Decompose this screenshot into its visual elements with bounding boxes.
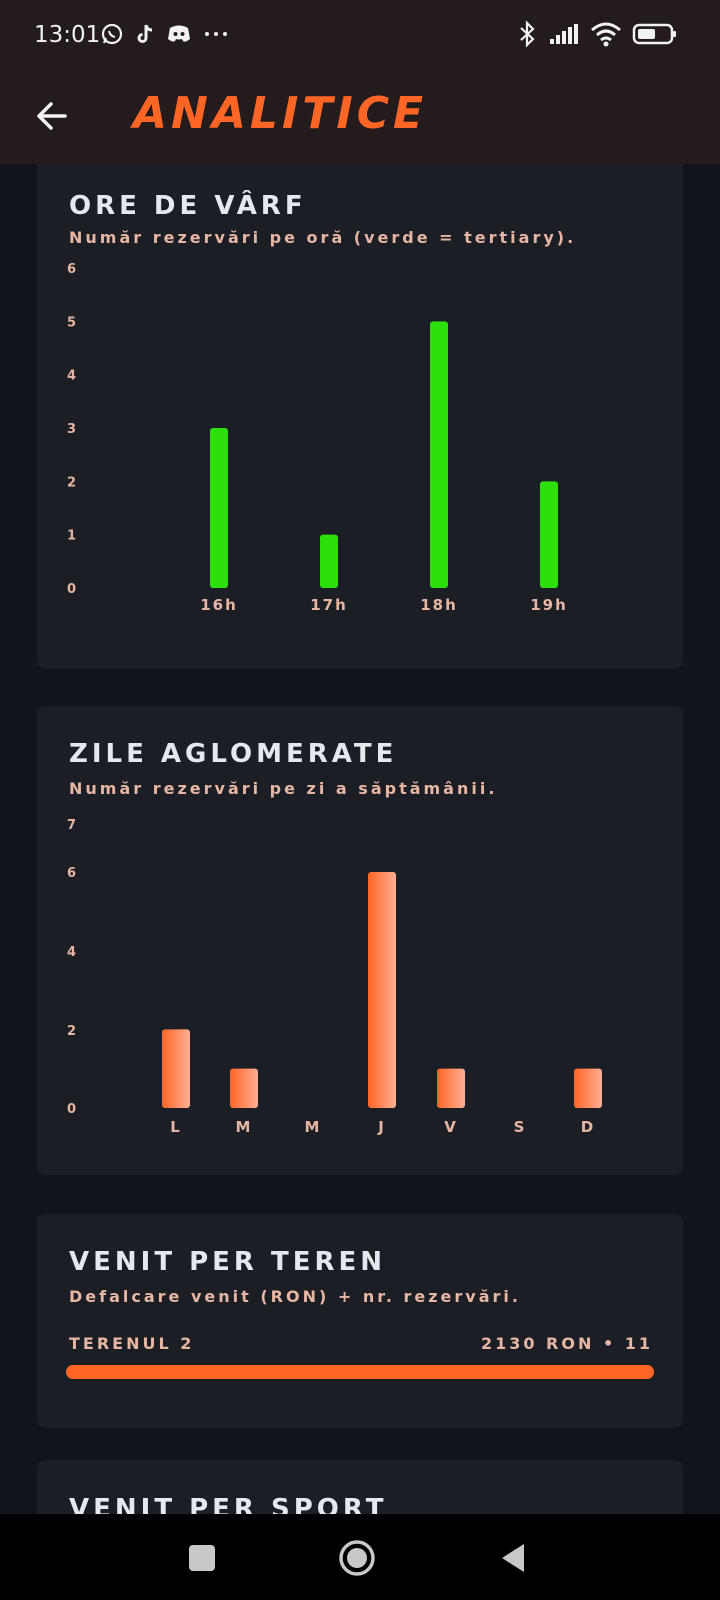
y-tick-label: 1: [67, 529, 76, 544]
app-bar: ANALITICE: [0, 78, 720, 164]
x-tick-label: S: [514, 1118, 527, 1136]
back-button[interactable]: [28, 92, 76, 140]
arrow-left-icon: [37, 102, 67, 130]
peak-hours-title: ORE DE VÂRF: [69, 191, 307, 221]
square-icon: [189, 1545, 215, 1571]
y-tick-label: 6: [67, 866, 76, 881]
y-tick-label: 6: [67, 262, 76, 277]
busy-days-card: ZILE AGLOMERATE Număr rezervări pe zi a …: [37, 706, 683, 1175]
status-bar: 13:01: [0, 0, 720, 78]
x-tick-label: 16h: [200, 596, 238, 614]
y-tick-label: 0: [67, 1102, 76, 1117]
x-tick-label: D: [581, 1118, 595, 1136]
page-title: ANALITICE: [133, 88, 428, 139]
y-tick-label: 2: [67, 475, 76, 490]
y-tick-label: 5: [67, 315, 76, 330]
bar-day-3: [368, 872, 396, 1108]
status-right-icons: [516, 20, 678, 52]
x-tick-label: 19h: [530, 596, 568, 614]
bar-16h: [210, 428, 228, 588]
recents-button[interactable]: [178, 1534, 226, 1582]
more-dots-icon: [201, 22, 231, 50]
x-tick-label: 18h: [420, 596, 458, 614]
status-left-icons: [100, 22, 231, 50]
x-tick-label: J: [377, 1118, 386, 1136]
peak-hours-card: ORE DE VÂRF Număr rezervări pe oră (verd…: [37, 164, 683, 669]
revenue-per-sport-title: VENIT PER SPORT: [69, 1494, 388, 1514]
bar-17h: [320, 534, 338, 588]
busy-days-chart: 7 6 4 2 0 L M M J V S D: [67, 818, 602, 1136]
y-tick-label: 2: [67, 1024, 76, 1039]
y-tick-label: 7: [67, 818, 76, 833]
y-tick-label: 3: [67, 422, 76, 437]
circle-icon: [339, 1540, 375, 1576]
whatsapp-icon: [100, 22, 124, 50]
busy-days-title: ZILE AGLOMERATE: [69, 739, 398, 769]
peak-hours-subtitle: Număr rezervări pe oră (verde = tertiary…: [69, 228, 577, 247]
bar-day-1: [230, 1068, 258, 1108]
x-tick-label: M: [305, 1118, 322, 1136]
revenue-per-court-title: VENIT PER TEREN: [69, 1247, 387, 1277]
wifi-icon: [590, 21, 622, 51]
bar-day-0: [162, 1029, 190, 1108]
back-nav-button[interactable]: [489, 1534, 537, 1582]
court-row-label: TERENUL 2: [69, 1334, 195, 1353]
system-nav-bar: [0, 1514, 720, 1600]
discord-icon: [166, 23, 192, 49]
x-tick-label: V: [444, 1118, 458, 1136]
bar-day-6: [574, 1068, 602, 1108]
x-tick-label: 17h: [310, 596, 348, 614]
bar-day-4: [437, 1068, 465, 1108]
battery-icon: [632, 22, 678, 50]
x-tick-label: M: [236, 1118, 253, 1136]
y-tick-label: 4: [67, 369, 76, 384]
revenue-per-court-card: VENIT PER TEREN Defalcare venit (RON) + …: [37, 1214, 683, 1428]
analytics-content[interactable]: ORE DE VÂRF Număr rezervări pe oră (verd…: [0, 164, 720, 1514]
bar-18h: [430, 321, 448, 588]
court-revenue-bar: [66, 1365, 654, 1379]
y-tick-label: 0: [67, 582, 76, 597]
bluetooth-icon: [516, 20, 538, 52]
x-tick-label: L: [170, 1118, 182, 1136]
status-time: 13:01: [34, 22, 101, 48]
tiktok-icon: [133, 22, 157, 50]
y-tick-label: 4: [67, 945, 76, 960]
revenue-per-court-subtitle: Defalcare venit (RON) + nr. rezervări.: [69, 1287, 521, 1306]
busy-days-subtitle: Număr rezervări pe zi a săptămânii.: [69, 779, 498, 798]
bar-19h: [540, 481, 558, 588]
signal-icon: [548, 23, 580, 49]
peak-hours-chart: 6 5 4 3 2 1 0 16h 17h 18h 19h: [67, 262, 568, 614]
home-button[interactable]: [333, 1534, 381, 1582]
revenue-per-sport-card: VENIT PER SPORT: [37, 1460, 683, 1514]
triangle-back-icon: [502, 1544, 524, 1572]
court-revenue-fill: [66, 1365, 654, 1379]
court-row-value: 2130 RON • 11: [480, 1334, 653, 1353]
